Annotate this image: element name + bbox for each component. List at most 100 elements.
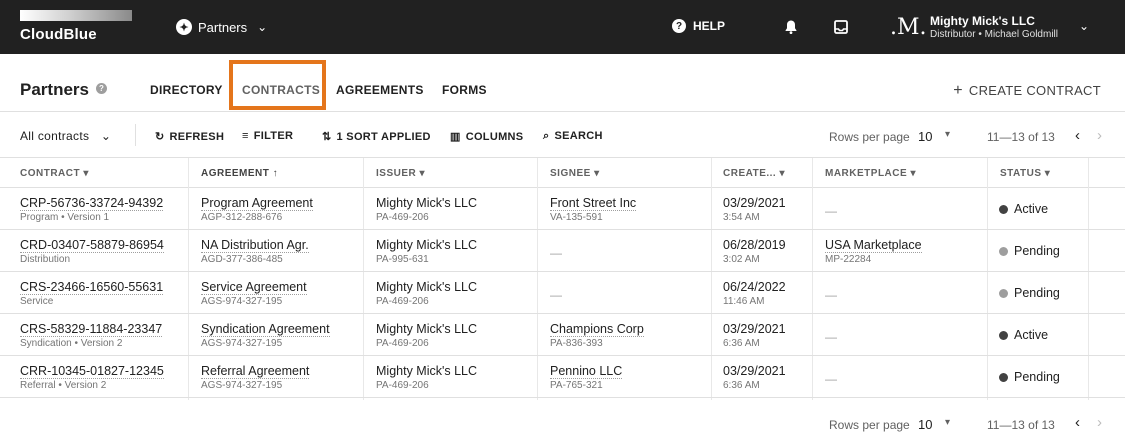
refresh-label: REFRESH [169,131,225,143]
refresh-button[interactable]: ↻ REFRESH [155,130,224,143]
signee-id: PA-765-321 [550,380,603,391]
create-contract-button[interactable]: + CREATE CONTRACT [953,82,1101,100]
table-row[interactable]: CRP-56736-33724-94392 Program • Version … [0,188,1125,230]
account-subtitle: Distributor • Michael Goldmill [930,29,1058,40]
columns-label: COLUMNS [465,131,524,143]
empty-cell-dash: — [825,330,837,344]
agreement-id: AGS-974-327-195 [201,338,283,349]
chevron-right-icon[interactable]: › [1097,414,1102,431]
contract-id-link[interactable]: CRP-56736-33724-94392 [20,196,164,211]
contract-id-link[interactable]: CRD-03407-58879-86954 [20,238,164,253]
search-label: SEARCH [554,130,603,142]
issuer-id: PA-469-206 [376,296,429,307]
status-dot [999,204,1008,214]
account-menu-chevron-icon[interactable]: ⌄ [1079,19,1089,33]
status-dot [999,372,1008,382]
signee-link[interactable]: Champions Corp [550,322,644,337]
agreement-id: AGP-312-288-676 [201,212,283,223]
inbox-icon[interactable] [833,19,849,35]
filter-label: FILTER [253,130,294,142]
rows-per-page-select[interactable]: 10 [918,129,932,144]
issuer-id: PA-995-631 [376,254,429,265]
issuer-id: PA-469-206 [376,338,429,349]
status-badge: Pending [999,370,1060,384]
status-dot [999,288,1008,298]
logo-text: CloudBlue [20,26,97,43]
refresh-icon: ↻ [155,131,165,143]
agreement-link[interactable]: NA Distribution Agr. [201,238,309,253]
contract-type: Distribution [20,254,71,265]
signee-link[interactable]: Front Street Inc [550,196,637,211]
help-button[interactable]: ? HELP [672,19,725,33]
signee-id: PA-836-393 [550,338,603,349]
tab-directory[interactable]: DIRECTORY [150,83,223,97]
column-header-created[interactable]: CREATE... ▾ [723,168,785,179]
tab-agreements[interactable]: AGREEMENTS [336,83,424,97]
issuer-name: Mighty Mick's LLC [376,322,478,336]
agreement-id: AGS-974-327-195 [201,380,283,391]
table-toolbar: All contracts ⌄ ↻ REFRESH ≡ FILTER ⇅ 1 SORT… [0,112,1125,158]
page-header: Partners ? DIRECTORY CONTRACTS AGREEMENT… [0,54,1125,112]
account-logo: .M. [890,15,927,40]
sort-icon: ⇅ [322,131,332,143]
module-switcher[interactable]: ✦ Partners ⌄ [176,17,267,37]
status-badge: Pending [999,244,1060,258]
help-icon: ? [672,19,686,33]
account-name[interactable]: Mighty Mick's LLC [930,14,1035,28]
tab-forms[interactable]: FORMS [442,83,487,97]
status-dot [999,330,1008,340]
column-header-signee[interactable]: SIGNEE ▾ [550,168,600,179]
issuer-id: PA-469-206 [376,212,429,223]
chevron-down-icon: ⌄ [100,129,112,143]
agreement-id: AGS-974-327-195 [201,296,283,307]
marketplace-link[interactable]: USA Marketplace [825,238,922,253]
contract-type: Program • Version 1 [20,212,110,223]
column-header-agreement[interactable]: AGREEMENT ↑ [201,168,278,179]
created-date: 03/29/2021 [723,364,786,378]
footer-rows-per-page-label: Rows per page [829,418,910,432]
signee-link[interactable]: Pennino LLC [550,364,623,379]
search-button[interactable]: ⌕ SEARCH [543,130,603,143]
search-icon: ⌕ [543,130,550,142]
created-time: 6:36 AM [723,380,760,391]
created-time: 6:36 AM [723,338,760,349]
info-icon[interactable]: ? [96,83,107,94]
agreement-link[interactable]: Service Agreement [201,280,307,295]
table-row[interactable]: CRS-23466-16560-55631 Service Service Ag… [0,272,1125,314]
columns-button[interactable]: ▥ COLUMNS [450,130,523,143]
contract-type: Syndication • Version 2 [20,338,123,349]
table-row[interactable]: CRD-03407-58879-86954 Distribution NA Di… [0,230,1125,272]
created-date: 06/28/2019 [723,238,786,252]
cloudblue-logo[interactable]: CloudBlue [20,10,132,44]
caret-down-icon[interactable]: ▾ [945,417,950,428]
contract-id-link[interactable]: CRS-23466-16560-55631 [20,280,164,295]
filter-button[interactable]: ≡ FILTER [242,130,293,142]
agreement-link[interactable]: Syndication Agreement [201,322,330,337]
column-header-marketplace[interactable]: MARKETPLACE ▾ [825,168,916,179]
contract-id-link[interactable]: CRS-58329-11884-23347 [20,322,163,337]
created-date: 03/29/2021 [723,196,786,210]
column-header-status[interactable]: STATUS ▾ [1000,168,1050,179]
bell-icon[interactable] [783,19,799,35]
column-header-issuer[interactable]: ISSUER ▾ [376,168,425,179]
filter-icon: ≡ [242,130,249,142]
chevron-left-icon[interactable]: ‹ [1075,414,1080,431]
contracts-filter-select[interactable]: All contracts ⌄ [20,129,111,143]
sort-button[interactable]: ⇅ 1 SORT APPLIED [322,130,431,143]
contract-id-link[interactable]: CRR-10345-01827-12345 [20,364,164,379]
column-header-contract[interactable]: CONTRACT ▾ [20,168,89,179]
chevron-right-icon[interactable]: › [1097,127,1102,144]
agreement-link[interactable]: Referral Agreement [201,364,310,379]
table-row[interactable]: CRS-58329-11884-23347 Syndication • Vers… [0,314,1125,356]
agreement-link[interactable]: Program Agreement [201,196,313,211]
issuer-name: Mighty Mick's LLC [376,364,478,378]
table-row[interactable]: CRR-10345-01827-12345 Referral • Version… [0,356,1125,398]
issuer-name: Mighty Mick's LLC [376,280,478,294]
caret-down-icon[interactable]: ▾ [945,129,950,140]
plus-icon: + [953,82,963,99]
marketplace-id: MP-22284 [825,254,872,265]
footer-rows-per-page-select[interactable]: 10 [918,417,932,432]
status-badge: Active [999,328,1048,342]
chevron-left-icon[interactable]: ‹ [1075,127,1080,144]
sort-label: 1 SORT APPLIED [336,131,431,143]
